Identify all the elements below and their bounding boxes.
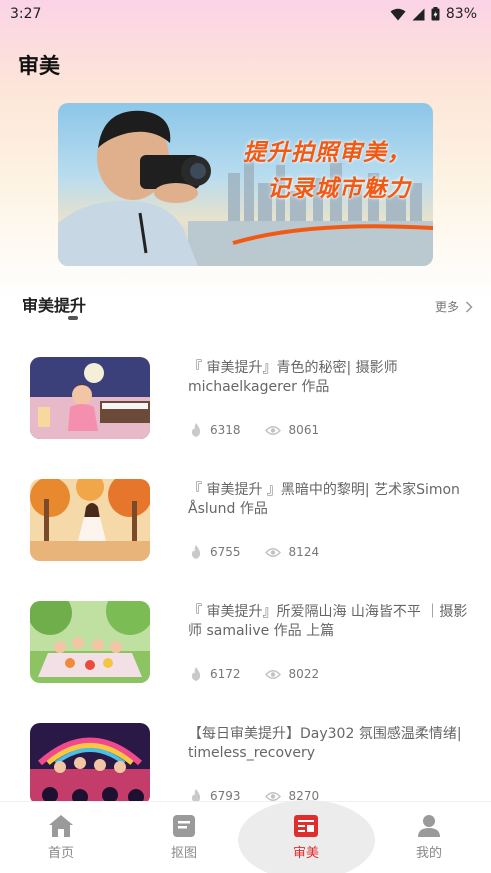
article-stats: 6318 8061 xyxy=(190,423,343,437)
tab-profile[interactable]: 我的 xyxy=(384,814,474,861)
tab-aesthetics[interactable]: 审美 xyxy=(261,814,351,861)
article-thumbnail xyxy=(30,601,150,683)
status-icons: 83% xyxy=(390,6,477,22)
cellular-signal-icon xyxy=(412,8,425,20)
profile-icon xyxy=(418,815,440,837)
views-stat: 8022 xyxy=(264,667,320,681)
article-thumbnail xyxy=(30,723,150,805)
flame-icon xyxy=(191,667,201,681)
tab-cutout[interactable]: 抠图 xyxy=(139,814,229,861)
views-stat: 8061 xyxy=(264,423,320,437)
banner-slogan: 提升拍照审美， 记录城市魅力 xyxy=(243,135,411,207)
tab-home-label: 首页 xyxy=(47,846,74,861)
article-title: 『 审美提升』所爱隔山海 山海皆不平 ｜摄影师 samalive 作品 上篇 xyxy=(188,604,468,639)
views-count: 8022 xyxy=(288,667,320,681)
tab-cutout-label: 抠图 xyxy=(170,846,197,861)
eye-icon xyxy=(264,669,281,679)
promo-banner[interactable]: 提升拍照审美， 记录城市魅力 xyxy=(58,103,433,266)
eye-icon xyxy=(264,547,281,557)
status-bar: 3:27 83% xyxy=(0,0,491,28)
home-icon xyxy=(49,815,73,837)
more-link[interactable]: 更多 xyxy=(435,298,473,315)
likes-count: 6755 xyxy=(210,545,241,559)
likes-count: 6318 xyxy=(210,423,241,437)
article-item[interactable]: 『 审美提升』青色的秘密| 摄影师michaelkagerer 作品 6318 … xyxy=(0,357,491,447)
article-title: 【每日审美提升】Day302 氛围感温柔情绪| timeless_recover… xyxy=(188,726,462,761)
wifi-icon xyxy=(390,8,406,20)
flame-icon xyxy=(191,545,201,559)
tab-profile-label: 我的 xyxy=(415,846,442,861)
likes-count: 6172 xyxy=(210,667,241,681)
article-title: 『 审美提升』青色的秘密| 摄影师michaelkagerer 作品 xyxy=(188,360,398,395)
article-stats: 6172 8022 xyxy=(190,667,343,681)
chevron-right-icon xyxy=(465,300,473,313)
more-label: 更多 xyxy=(434,300,459,314)
banner-line-1: 提升拍照审美， xyxy=(243,140,411,166)
views-stat: 8124 xyxy=(264,545,320,559)
aesthetics-icon xyxy=(294,815,318,837)
article-thumbnail xyxy=(30,357,150,439)
likes-stat: 6318 xyxy=(190,423,241,437)
page-title: 审美 xyxy=(18,54,60,78)
article-stats: 6755 8124 xyxy=(190,545,343,559)
banner-line-2: 记录城市魅力 xyxy=(267,176,411,202)
tab-home[interactable]: 首页 xyxy=(16,814,106,861)
article-title: 『 审美提升 』黑暗中的黎明| 艺术家Simon Åslund 作品 xyxy=(188,482,460,517)
article-item[interactable]: 【每日审美提升】Day302 氛围感温柔情绪| timeless_recover… xyxy=(0,723,491,813)
likes-stat: 6755 xyxy=(190,545,241,559)
article-item[interactable]: 『 审美提升 』黑暗中的黎明| 艺术家Simon Åslund 作品 6755 … xyxy=(0,479,491,569)
status-time: 3:27 xyxy=(10,6,42,22)
tab-aesthetics-label: 审美 xyxy=(292,846,319,861)
section-title: 审美提升 xyxy=(22,296,87,315)
battery-icon xyxy=(431,7,440,21)
flame-icon xyxy=(191,423,201,437)
bottom-tab-bar: 首页 抠图 审美 我的 xyxy=(0,800,491,873)
section-title-indicator xyxy=(68,316,78,320)
eye-icon xyxy=(264,425,281,435)
article-item[interactable]: 『 审美提升』所爱隔山海 山海皆不平 ｜摄影师 samalive 作品 上篇 6… xyxy=(0,601,491,691)
battery-percentage: 83% xyxy=(445,6,477,22)
article-thumbnail xyxy=(30,479,150,561)
eye-icon xyxy=(264,791,281,801)
views-count: 8124 xyxy=(288,545,320,559)
views-count: 8061 xyxy=(288,423,320,437)
document-icon xyxy=(173,815,195,837)
likes-stat: 6172 xyxy=(190,667,241,681)
